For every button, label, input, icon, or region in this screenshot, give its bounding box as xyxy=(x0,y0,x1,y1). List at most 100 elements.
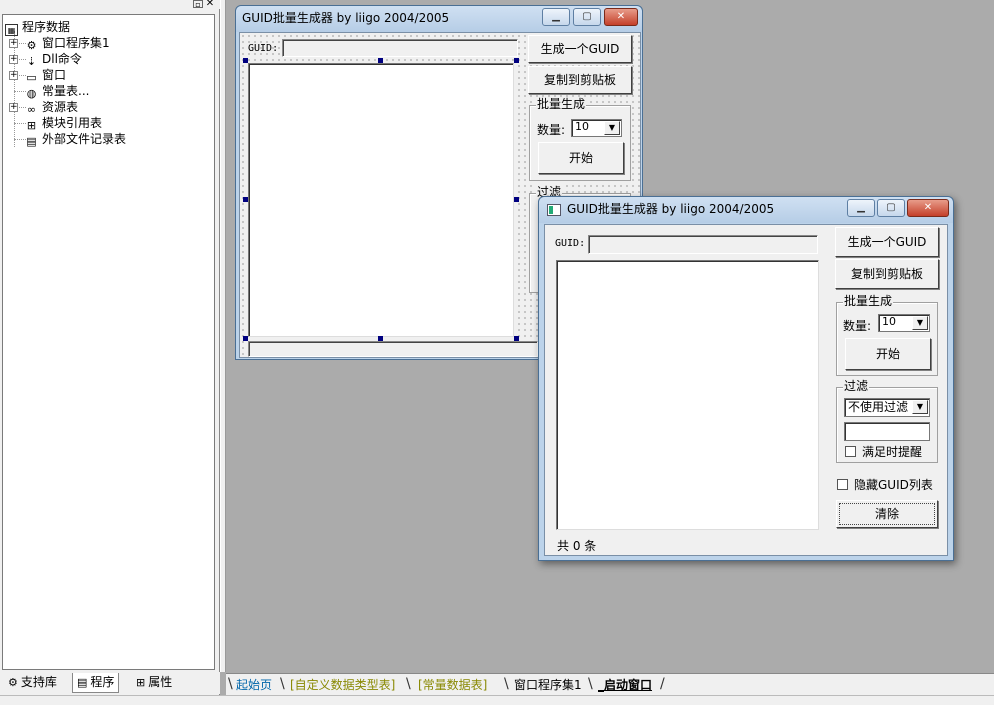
clear-button[interactable]: 清除 xyxy=(836,500,938,528)
selection-handle[interactable] xyxy=(243,336,248,341)
tab-window-assembly[interactable]: 窗口程序集1 xyxy=(514,677,582,693)
filter-group: 过滤 不使用过滤 ▼ 满足时提醒 xyxy=(836,379,938,463)
batch-group-title: 批量生成 xyxy=(536,97,587,111)
batch-group: 批量生成 数量: 10 ▼ 开始 xyxy=(836,294,938,376)
tree-item-label: 常量表... xyxy=(42,84,90,98)
guid-label: GUID: xyxy=(555,238,586,249)
editor-tab-bar: \ 起始页 \ [自定义数据类型表] \ [常量数据表] \ 窗口程序集1 \ … xyxy=(226,673,994,695)
selection-handle[interactable] xyxy=(378,336,383,341)
tree-item-label: 资源表 xyxy=(42,100,79,114)
app-client-area: GUID: 共 0 条 生成一个GUID 复制到剪贴板 批量生成 数量: 10 … xyxy=(544,224,948,556)
status-strip xyxy=(0,695,994,705)
tab-label: 支持库 xyxy=(20,675,57,689)
panel-top-strip xyxy=(0,0,220,9)
start-button[interactable]: 开始 xyxy=(845,338,931,370)
tab-properties[interactable]: ⊞ 属性 xyxy=(132,673,176,693)
chevron-down-icon[interactable]: ▼ xyxy=(912,400,928,414)
left-panel-tabs: ⚙ 支持库 ▤ 程序 ⊞ 属性 xyxy=(0,672,220,694)
filter-group-title: 过滤 xyxy=(843,379,870,393)
tree-expander[interactable]: + xyxy=(9,103,18,112)
tab-startup-window[interactable]: _启动窗口 xyxy=(598,677,652,693)
tab-constants[interactable]: [常量数据表] xyxy=(418,677,487,693)
tree-connector xyxy=(14,31,15,147)
hide-list-checkbox-label: 隐藏GUID列表 xyxy=(854,478,933,492)
batch-group-title: 批量生成 xyxy=(843,294,894,308)
batch-group: 批量生成 数量: 10 ▼ 开始 xyxy=(529,97,631,181)
tree-item-label: 窗口 xyxy=(42,68,67,82)
count-value: 10 xyxy=(575,120,589,133)
generate-one-button[interactable]: 生成一个GUID xyxy=(528,35,632,63)
app-icon xyxy=(547,204,561,216)
tab-label: 属性 xyxy=(148,675,173,689)
selection-handle[interactable] xyxy=(514,197,519,202)
filter-combo[interactable]: 不使用过滤 ▼ xyxy=(844,398,930,417)
count-combo[interactable]: 10 ▼ xyxy=(878,314,930,332)
guid-field[interactable] xyxy=(588,235,818,254)
selection-handle[interactable] xyxy=(243,58,248,63)
designer-close-button[interactable]: ✕ xyxy=(604,8,638,26)
tree-item-dll[interactable]: ⇣ Dll命令 xyxy=(25,51,82,68)
start-button[interactable]: 开始 xyxy=(538,142,624,174)
alert-checkbox[interactable]: 满足时提醒 xyxy=(845,445,922,459)
designer-minimize-button[interactable]: ▁ xyxy=(542,8,570,26)
count-value: 10 xyxy=(882,315,896,328)
tree-item-label: 外部文件记录表 xyxy=(42,132,127,146)
app-close-button[interactable]: ✕ xyxy=(907,199,949,217)
guid-list[interactable] xyxy=(556,260,819,530)
tab-start-page[interactable]: 起始页 xyxy=(236,677,272,693)
panel-restore-button[interactable]: ▫ xyxy=(193,0,203,9)
filter-input[interactable] xyxy=(844,422,930,441)
properties-icon: ⊞ xyxy=(136,676,146,689)
status-count: 共 0 条 xyxy=(557,539,597,553)
tab-custom-types[interactable]: [自定义数据类型表] xyxy=(290,677,395,693)
count-label: 数量: xyxy=(843,319,872,333)
tree-item-external-files[interactable]: ▤ 外部文件记录表 xyxy=(25,131,127,148)
selection-handle[interactable] xyxy=(514,336,519,341)
chevron-down-icon[interactable]: ▼ xyxy=(912,316,928,330)
count-combo[interactable]: 10 ▼ xyxy=(571,119,622,137)
tree-item-module-refs[interactable]: ⊞ 模块引用表 xyxy=(25,115,103,132)
filter-value: 不使用过滤 xyxy=(848,400,909,414)
app-window[interactable]: GUID批量生成器 by liigo 2004/2005 ▁ ▢ ✕ GUID:… xyxy=(538,196,954,561)
tab-label: 程序 xyxy=(90,675,115,689)
app-minimize-button[interactable]: ▁ xyxy=(847,199,875,217)
tree-item-resources[interactable]: ∞ 资源表 xyxy=(25,99,79,116)
tree-item-label: 窗口程序集1 xyxy=(42,36,110,50)
tree-expander[interactable]: + xyxy=(9,71,18,80)
tree-item-label: Dll命令 xyxy=(42,52,82,66)
tab-program[interactable]: ▤ 程序 xyxy=(72,673,120,693)
chevron-down-icon[interactable]: ▼ xyxy=(604,121,620,135)
project-tree[interactable]: ▦ 程序数据 + ⚙ 窗口程序集1 + ⇣ Dll命令 + ▭ 窗口 ◍ 常量表... +… xyxy=(2,14,215,670)
checkbox-box[interactable] xyxy=(845,446,856,457)
guid-label: GUID: xyxy=(248,43,279,54)
program-icon: ▤ xyxy=(77,676,88,689)
count-label: 数量: xyxy=(537,123,566,137)
tree-item-assembly[interactable]: ⚙ 窗口程序集1 xyxy=(25,35,110,52)
tree-item-window[interactable]: ▭ 窗口 xyxy=(25,67,67,84)
external-file-icon: ▤ xyxy=(26,135,37,148)
selection-handle[interactable] xyxy=(378,58,383,63)
copy-clipboard-button[interactable]: 复制到剪贴板 xyxy=(528,66,632,94)
tree-item-label: 模块引用表 xyxy=(42,116,103,130)
tree-root-label: 程序数据 xyxy=(22,20,71,34)
tree-expander[interactable]: + xyxy=(9,39,18,48)
copy-clipboard-button[interactable]: 复制到剪贴板 xyxy=(835,259,939,289)
tree-item-constants[interactable]: ◍ 常量表... xyxy=(25,83,90,100)
panel-close-button[interactable]: ✕ xyxy=(205,0,215,9)
designer-maximize-button[interactable]: ▢ xyxy=(573,8,601,26)
panel-splitter[interactable] xyxy=(220,0,226,672)
alert-checkbox-label: 满足时提醒 xyxy=(862,445,923,459)
hide-list-checkbox[interactable]: 隐藏GUID列表 xyxy=(837,478,933,492)
selection-handle[interactable] xyxy=(514,58,519,63)
generate-one-button[interactable]: 生成一个GUID xyxy=(835,227,939,257)
status-bar-field xyxy=(248,341,538,357)
checkbox-box[interactable] xyxy=(837,479,848,490)
tree-expander[interactable]: + xyxy=(9,55,18,64)
library-icon: ⚙ xyxy=(8,676,18,689)
guid-field[interactable] xyxy=(282,39,518,57)
tab-support-library[interactable]: ⚙ 支持库 xyxy=(4,673,61,693)
tree-root[interactable]: ▦ 程序数据 xyxy=(5,19,71,36)
selection-handle[interactable] xyxy=(243,197,248,202)
app-maximize-button[interactable]: ▢ xyxy=(877,199,905,217)
guid-list[interactable] xyxy=(248,63,514,337)
